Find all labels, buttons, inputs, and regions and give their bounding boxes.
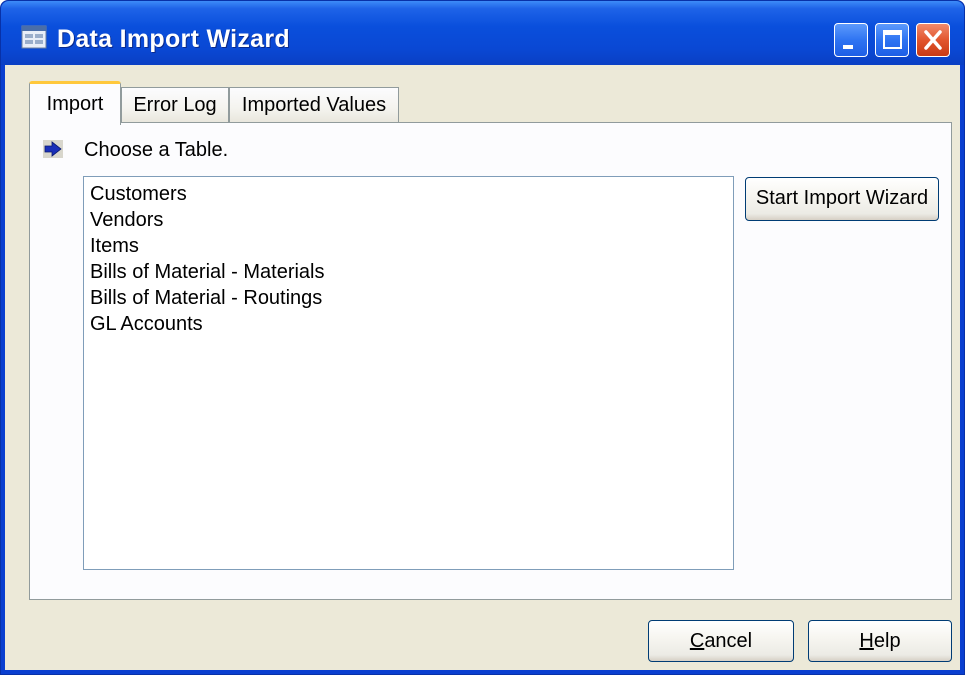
instruction-text: Choose a Table. — [84, 139, 229, 161]
start-import-wizard-button[interactable]: Start Import Wizard — [745, 177, 939, 221]
title-bar[interactable]: Data Import Wizard — [1, 1, 964, 65]
close-button[interactable] — [916, 23, 950, 57]
dialog-client-area: Import Error Log Imported Values Choose … — [5, 65, 960, 670]
list-item-items[interactable]: Items — [90, 233, 733, 259]
cancel-mnemonic: C — [689, 630, 705, 652]
close-icon — [924, 30, 942, 50]
cancel-button[interactable]: Cancel — [648, 620, 794, 662]
arrow-right-icon — [43, 140, 63, 158]
help-mnemonic: H — [859, 630, 874, 652]
tab-imported-values-label: Imported Values — [241, 94, 387, 116]
tab-imported-values[interactable]: Imported Values — [229, 87, 399, 123]
help-button[interactable]: Help — [808, 620, 952, 662]
minimize-button[interactable] — [834, 23, 868, 57]
import-tab-panel: Choose a Table. Customers Vendors Items … — [29, 122, 952, 600]
help-label-rest: elp — [873, 630, 901, 652]
window-title: Data Import Wizard — [57, 25, 290, 53]
minimize-icon — [843, 45, 853, 49]
list-item-customers[interactable]: Customers — [90, 181, 733, 207]
tab-error-log[interactable]: Error Log — [121, 87, 229, 123]
maximize-icon — [883, 30, 902, 49]
wizard-form-icon — [21, 25, 47, 49]
cancel-label-rest: ancel — [704, 630, 753, 652]
tab-import-label: Import — [46, 93, 104, 115]
list-item-gl-accounts[interactable]: GL Accounts — [90, 311, 733, 337]
list-item-vendors[interactable]: Vendors — [90, 207, 733, 233]
list-item-bom-materials[interactable]: Bills of Material - Materials — [90, 259, 733, 285]
list-item-bom-routings[interactable]: Bills of Material - Routings — [90, 285, 733, 311]
table-listbox[interactable]: Customers Vendors Items Bills of Materia… — [83, 176, 734, 570]
maximize-button[interactable] — [875, 23, 909, 57]
tab-error-log-label: Error Log — [133, 94, 217, 116]
data-import-wizard-window: Data Import Wizard Import Error Log Impo… — [0, 0, 965, 675]
tab-import[interactable]: Import — [29, 81, 121, 125]
